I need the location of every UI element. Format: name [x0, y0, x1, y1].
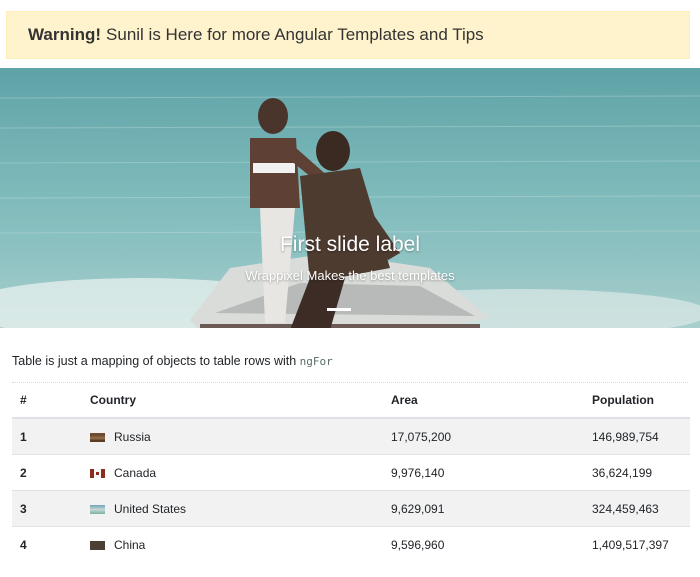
population-cell: 36,624,199: [592, 454, 690, 491]
country-name: Russia: [114, 429, 151, 444]
flag-china-icon: [90, 540, 105, 550]
row-number: 4: [12, 526, 90, 562]
flag-us-icon: [90, 504, 105, 514]
header-country: Country: [90, 383, 391, 419]
carousel-indicator-active[interactable]: [327, 308, 351, 311]
country-name: China: [114, 537, 146, 552]
population-cell: 1,409,517,397: [592, 526, 690, 562]
warning-alert: Warning! Sunil is Here for more Angular …: [6, 11, 690, 59]
country-name: Canada: [114, 465, 157, 480]
area-cell: 9,976,140: [391, 454, 592, 491]
row-number: 3: [12, 490, 90, 527]
country-cell: Russia: [90, 417, 391, 455]
area-cell: 17,075,200: [391, 417, 592, 455]
row-number: 1: [12, 417, 90, 455]
country-cell: China: [90, 526, 391, 562]
ngfor-code: ngFor: [299, 355, 333, 368]
header-number: #: [12, 383, 90, 419]
country-name: United States: [114, 501, 187, 516]
countries-table: # Country Area Population 1 Russia 17,07…: [12, 383, 690, 562]
table-row: 1 Russia 17,075,200 146,989,754: [12, 417, 690, 455]
description-text: Table is just a mapping of objects to ta…: [12, 354, 297, 368]
slide-caption-subtitle: Wrappixel Makes the best templates: [245, 268, 455, 283]
country-cell: United States: [90, 490, 391, 527]
area-cell: 9,596,960: [391, 526, 592, 562]
population-cell: 146,989,754: [592, 417, 690, 455]
table-row: 3 United States 9,629,091 324,459,463: [12, 490, 690, 527]
table-header-row: # Country Area Population: [12, 383, 690, 419]
image-carousel[interactable]: First slide label Wrappixel Makes the be…: [0, 68, 700, 328]
population-cell: 324,459,463: [592, 490, 690, 527]
header-area: Area: [391, 383, 592, 419]
row-number: 2: [12, 454, 90, 491]
country-cell: Canada: [90, 454, 391, 491]
table-row: 2 Canada 9,976,140 36,624,199: [12, 454, 690, 491]
header-population: Population: [592, 383, 690, 419]
alert-strong: Warning!: [28, 25, 102, 44]
flag-canada-icon: [90, 468, 105, 478]
alert-text: Sunil is Here for more Angular Templates…: [106, 25, 484, 44]
slide-image: [0, 95, 700, 328]
area-cell: 9,629,091: [391, 490, 592, 527]
slide-caption-title: First slide label: [279, 233, 421, 256]
table-description: Table is just a mapping of objects to ta…: [12, 354, 333, 368]
table-row: 4 China 9,596,960 1,409,517,397: [12, 526, 690, 562]
flag-russia-icon: [90, 432, 105, 442]
